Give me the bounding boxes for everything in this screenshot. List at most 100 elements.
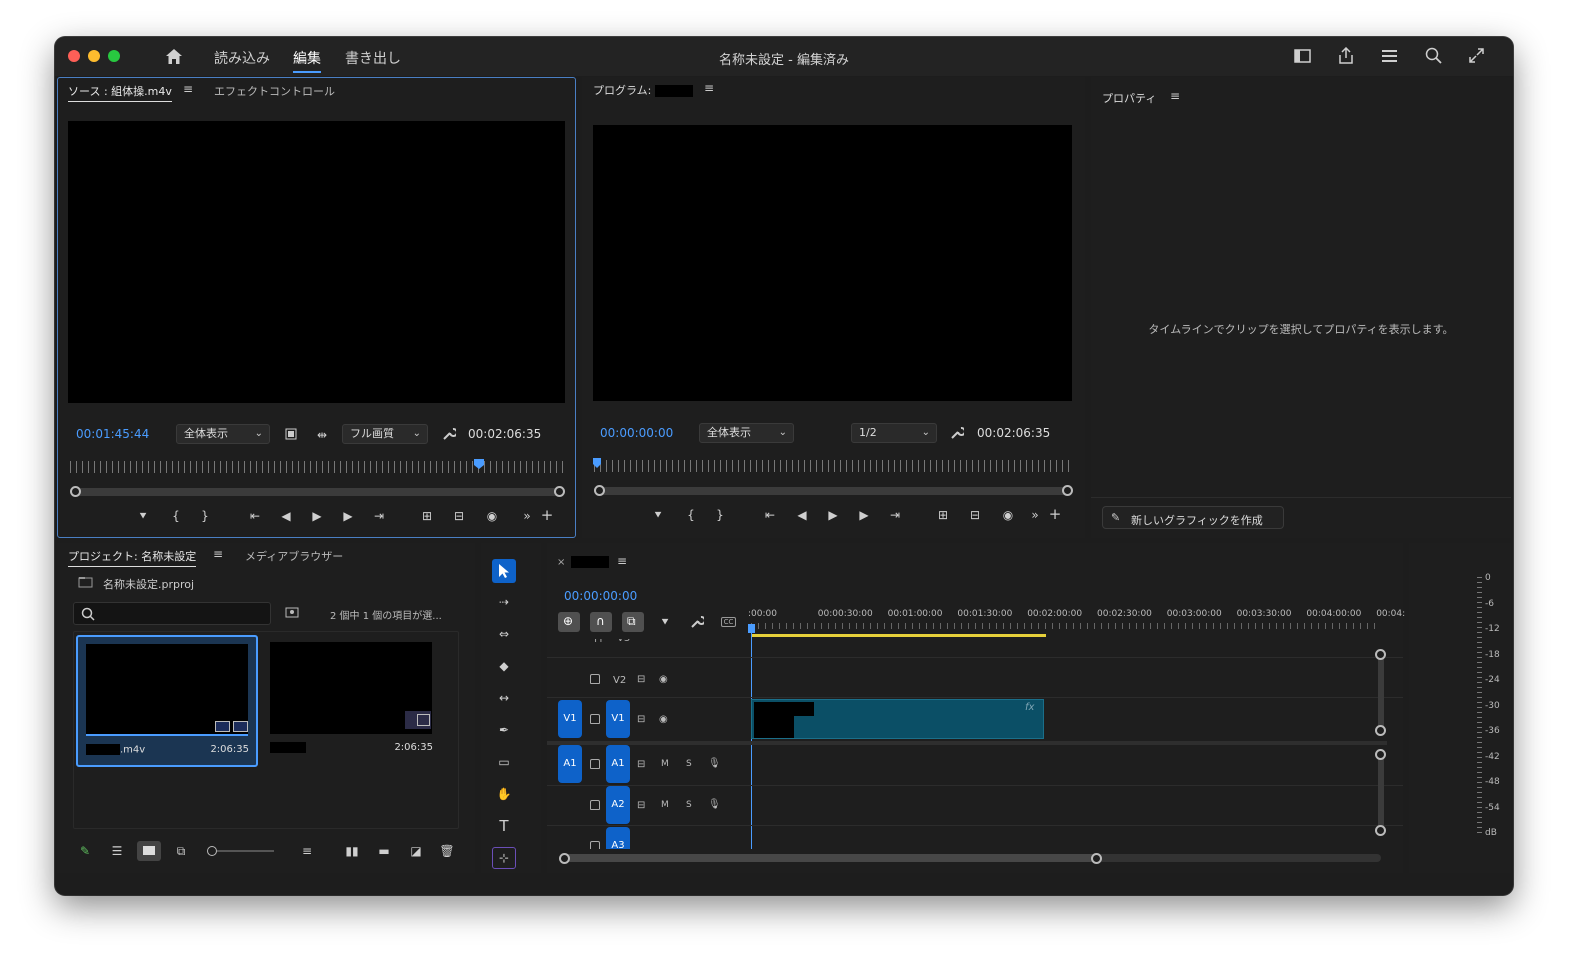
video-scroll-bottom-handle[interactable] <box>1375 725 1386 736</box>
a1-mute-button[interactable]: M <box>661 759 669 769</box>
freeform-view-icon[interactable]: ⧉ <box>173 844 189 858</box>
snap-button[interactable]: ∩ <box>590 612 612 632</box>
caption-tool[interactable]: ⊹ <box>492 847 516 869</box>
program-more-controls-icon[interactable]: » <box>1027 508 1043 522</box>
audio-tracks-scrollbar[interactable] <box>1378 753 1384 829</box>
linked-selection-button[interactable]: ⧉ <box>622 612 644 632</box>
program-add-marker-icon[interactable]: ⯆ <box>650 508 666 522</box>
a2-target-label[interactable]: A2 <box>606 786 630 824</box>
program-go-to-in-icon[interactable]: ⇤ <box>762 508 778 522</box>
timeline-ruler[interactable]: :00:00 00:00:30:00 00:01:00:00 00:01:30:00 0… <box>748 607 1405 637</box>
share-icon[interactable] <box>1338 47 1354 64</box>
a1-solo-button[interactable]: S <box>686 759 692 769</box>
a2-solo-button[interactable]: S <box>686 800 692 810</box>
timeline-zoom-thumb[interactable] <box>564 854 1099 862</box>
write-protect-pencil-icon[interactable]: ✎ <box>77 844 93 858</box>
automate-to-sequence-icon[interactable]: ▮▮ <box>344 844 360 858</box>
timeline-add-marker-icon[interactable]: ⯆ <box>657 615 673 629</box>
v1-lock-icon[interactable] <box>590 714 600 724</box>
a3-target-label[interactable]: A3 <box>606 827 630 849</box>
program-scroll-start-handle[interactable] <box>594 485 605 496</box>
video-scroll-top-handle[interactable] <box>1375 649 1386 660</box>
v2-lock-icon[interactable] <box>590 674 600 684</box>
source-video-frame[interactable] <box>68 121 565 403</box>
program-settings-wrench-icon[interactable] <box>950 426 964 440</box>
thumbnail-size-handle[interactable] <box>207 846 217 856</box>
source-time-ruler[interactable] <box>70 461 566 473</box>
tab-effect-controls[interactable]: エフェクトコントロール <box>214 83 335 99</box>
program-mark-in-icon[interactable]: { <box>683 508 699 522</box>
program-tab-menu-icon[interactable]: ≡ <box>704 81 714 95</box>
button-editor-icon[interactable]: + <box>539 508 555 523</box>
tab-media-browser[interactable]: メディアブラウザー <box>245 548 343 564</box>
project-item-sequence[interactable]: 2:06:35 <box>268 635 450 767</box>
step-forward-icon[interactable]: ▶ <box>340 509 356 523</box>
source-tab-menu-icon[interactable]: ≡ <box>183 82 193 96</box>
close-sequence-icon[interactable]: × <box>557 557 565 568</box>
go-to-out-icon[interactable]: ⇥ <box>371 509 387 523</box>
go-to-in-icon[interactable]: ⇤ <box>247 509 263 523</box>
insert-icon[interactable]: ⇹ <box>314 428 330 442</box>
icon-view-button[interactable] <box>137 841 161 861</box>
slip-tool-icon[interactable]: ↔ <box>496 691 512 705</box>
a2-sync-lock-icon[interactable]: ⊟ <box>637 800 645 811</box>
razor-tool-icon[interactable]: ◆ <box>496 659 512 673</box>
program-resolution-select[interactable]: 1/2 ⌄ <box>851 423 937 443</box>
program-time-ruler[interactable] <box>594 460 1074 472</box>
step-back-icon[interactable]: ◀ <box>278 509 294 523</box>
video-clip[interactable]: fx <box>751 699 1044 739</box>
timeline-zoom-end-handle[interactable] <box>1091 853 1102 864</box>
source-patch-a1[interactable]: A1 <box>558 745 582 783</box>
program-zoom-scrollbar[interactable] <box>599 487 1069 495</box>
source-scroll-end-handle[interactable] <box>554 486 565 497</box>
new-bin-icon[interactable]: ▬ <box>376 844 392 858</box>
fullscreen-icon[interactable] <box>1469 48 1484 63</box>
a1-voiceover-mic-icon[interactable]: 🎙 <box>708 758 721 769</box>
video-audio-divider[interactable] <box>547 741 1387 745</box>
trash-icon[interactable]: 🗑 <box>439 844 455 858</box>
mark-in-icon[interactable]: { <box>168 509 184 523</box>
a3-lock-icon[interactable] <box>590 841 600 849</box>
v1-eye-icon[interactable]: ◉ <box>659 714 668 725</box>
more-controls-icon[interactable]: » <box>519 509 535 523</box>
timeline-settings-wrench-icon[interactable] <box>690 615 704 629</box>
video-tracks-scrollbar[interactable] <box>1378 653 1384 729</box>
new-graphic-button[interactable]: ✎ 新しいグラフィックを作成 <box>1102 506 1284 529</box>
new-bin-from-search-icon[interactable] <box>285 606 299 618</box>
thumbnail-size-slider[interactable] <box>217 850 274 852</box>
search-help-icon[interactable] <box>1425 47 1442 64</box>
program-go-to-out-icon[interactable]: ⇥ <box>887 508 903 522</box>
a2-mute-button[interactable]: M <box>661 800 669 810</box>
export-frame-icon[interactable]: ◉ <box>484 509 500 523</box>
rectangle-tool-icon[interactable]: ▭ <box>496 755 512 769</box>
program-mark-out-icon[interactable]: } <box>712 508 728 522</box>
workspaces-menu-icon[interactable] <box>1381 49 1398 63</box>
extract-icon[interactable]: ⊟ <box>967 508 983 522</box>
settings-wrench-icon[interactable] <box>442 427 456 441</box>
lift-icon[interactable]: ⊞ <box>935 508 951 522</box>
mark-out-icon[interactable]: } <box>197 509 213 523</box>
sequence-tab-menu-icon[interactable]: ≡ <box>617 554 627 568</box>
captions-icon[interactable]: CC <box>721 617 736 627</box>
v2-eye-icon[interactable]: ◉ <box>659 674 668 685</box>
selection-tool[interactable] <box>492 559 516 583</box>
overwrite-clip-icon[interactable]: ⊟ <box>451 509 467 523</box>
project-tab-menu-icon[interactable]: ≡ <box>213 547 223 561</box>
tab-project[interactable]: プロジェクト: 名称未設定 <box>68 548 197 567</box>
timeline-zoom-start-handle[interactable] <box>559 853 570 864</box>
a2-voiceover-mic-icon[interactable]: 🎙 <box>708 799 721 810</box>
timeline-timecode[interactable]: 00:00:00:00 <box>564 589 637 603</box>
program-step-back-icon[interactable]: ◀ <box>794 508 810 522</box>
sequence-tab[interactable] <box>571 556 609 568</box>
source-timecode[interactable]: 00:01:45:44 <box>76 427 149 441</box>
timeline-playhead-head[interactable] <box>748 624 755 633</box>
add-marker-icon[interactable]: ⯆ <box>135 509 151 523</box>
v1-sync-lock-icon[interactable]: ⊟ <box>637 714 645 725</box>
audio-scroll-bottom-handle[interactable] <box>1375 825 1386 836</box>
v2-sync-lock-icon[interactable]: ⊟ <box>637 674 645 685</box>
pen-tool-icon[interactable]: ✒ <box>496 723 512 737</box>
nest-toggle-button[interactable]: ⊕ <box>558 612 580 632</box>
project-item-selected[interactable]: .m4v 2:06:35 <box>76 635 258 767</box>
track-select-tool-icon[interactable]: ⇢ <box>496 595 512 609</box>
tab-source[interactable]: ソース : 組体操.m4v <box>68 83 172 102</box>
